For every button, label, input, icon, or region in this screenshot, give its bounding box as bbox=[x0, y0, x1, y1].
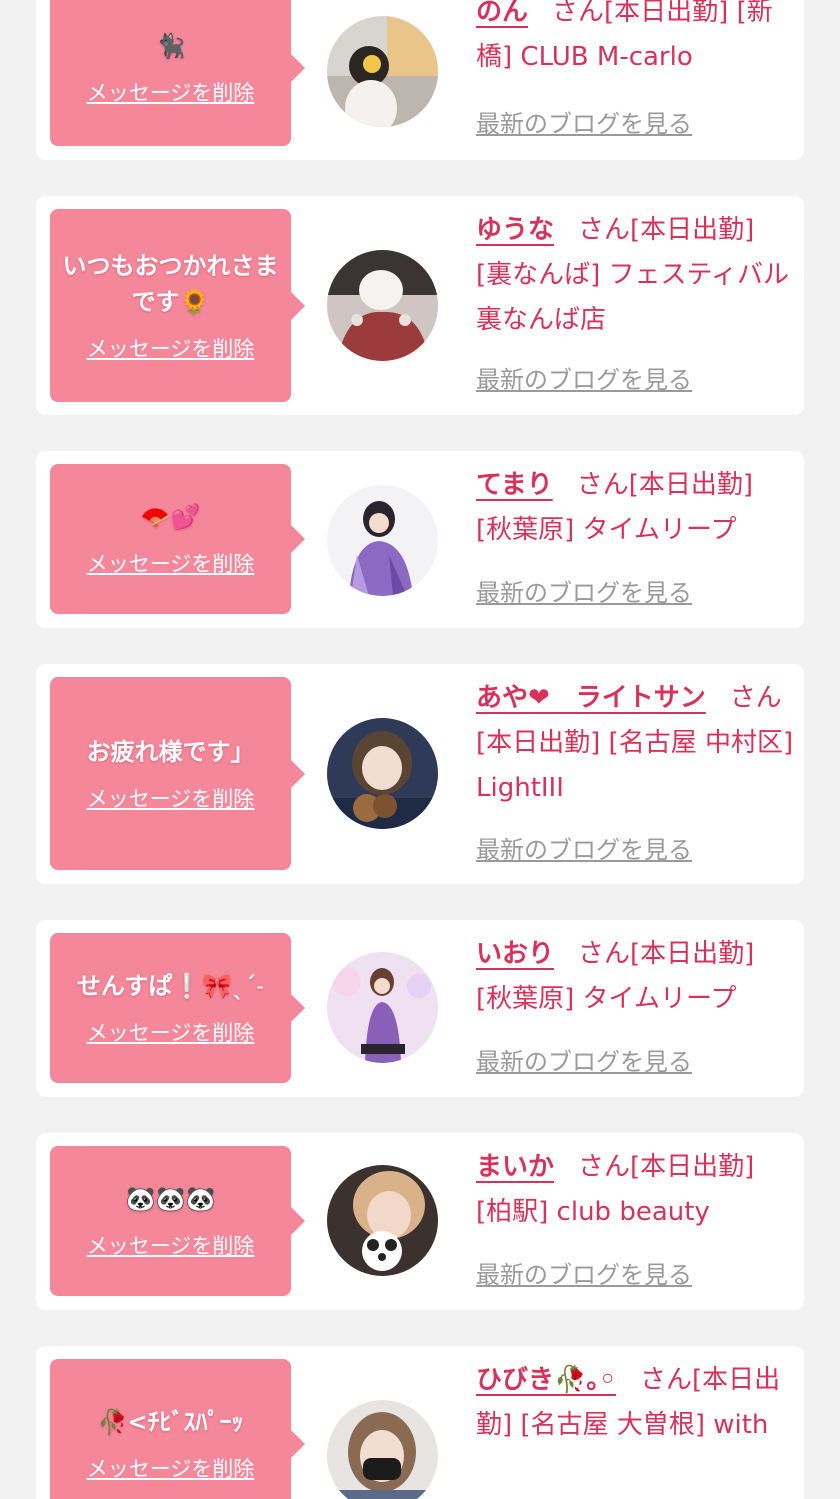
message-card: お疲れ様です」 メッセージを削除 あや❤︎ ライトサン さん[本日出勤] [名古屋… bbox=[36, 664, 804, 884]
user-info: あや❤︎ ライトサン さん[本日出勤] [名古屋 中村区] LightIII bbox=[476, 676, 794, 811]
message-bubble: せんすぱ❕🎀ˎˊ˗ メッセージを削除 bbox=[50, 933, 305, 1083]
user-name-link[interactable]: まいか bbox=[476, 1152, 554, 1182]
delete-message-link[interactable]: メッセージを削除 bbox=[87, 784, 255, 814]
message-text: 🥀<ﾁﾋﾞｽﾊﾟｰｯ bbox=[97, 1408, 244, 1436]
user-info: てまり さん[本日出勤] [秋葉原] タイムリープ bbox=[476, 463, 794, 553]
delete-message-link[interactable]: メッセージを削除 bbox=[87, 1454, 255, 1484]
message-card: 🐈‍⬛ メッセージを削除 のん さん[本日出勤] [新橋] CLUB M-carl… bbox=[36, 0, 804, 160]
message-card: 🪭💕 メッセージを削除 てまり さん[本日出勤] [秋葉原] タイムリープ 最新の… bbox=[36, 451, 804, 628]
user-info: いおり さん[本日出勤] [秋葉原] タイムリープ bbox=[476, 932, 794, 1022]
message-text: いつもおつかれさまです🌻 bbox=[62, 251, 279, 316]
message-bubble: いつもおつかれさまです🌻 メッセージを削除 bbox=[50, 209, 305, 402]
message-bubble: お疲れ様です」 メッセージを削除 bbox=[50, 677, 305, 870]
avatar[interactable] bbox=[327, 485, 438, 596]
user-name-link[interactable]: あや❤︎ ライトサン bbox=[476, 683, 706, 713]
message-bubble: 🐈‍⬛ メッセージを削除 bbox=[50, 0, 305, 146]
latest-blog-link[interactable]: 最新のブログを見る bbox=[476, 576, 692, 610]
delete-message-link[interactable]: メッセージを削除 bbox=[87, 334, 255, 364]
message-card: いつもおつかれさまです🌻 メッセージを削除 ゆうな さん[本日出勤] [裏なんば]… bbox=[36, 196, 804, 415]
avatar[interactable] bbox=[327, 952, 438, 1063]
user-info: ゆうな さん[本日出勤] [裏なんば] フェスティバル 裏なんば店 bbox=[476, 208, 794, 343]
user-name-link[interactable]: ゆうな bbox=[476, 215, 554, 245]
avatar[interactable] bbox=[327, 1165, 438, 1276]
latest-blog-link[interactable]: 最新のブログを見る bbox=[476, 1045, 692, 1079]
delete-message-link[interactable]: メッセージを削除 bbox=[87, 1018, 255, 1048]
latest-blog-link[interactable]: 最新のブログを見る bbox=[476, 1258, 692, 1292]
user-name-link[interactable]: いおり bbox=[476, 939, 554, 969]
message-card: 🐼🐼🐼 メッセージを削除 まいか さん[本日出勤] [柏駅] club beaut… bbox=[36, 1133, 804, 1310]
latest-blog-link[interactable]: 最新のブログを見る bbox=[476, 363, 692, 397]
user-name-link[interactable]: てまり bbox=[476, 470, 553, 500]
avatar[interactable] bbox=[327, 718, 438, 829]
user-info: まいか さん[本日出勤] [柏駅] club beauty bbox=[476, 1145, 794, 1235]
user-info: ひびき🥀｡◦ さん[本日出勤] [名古屋 大曽根] with bbox=[476, 1358, 794, 1448]
message-text: 🐼🐼🐼 bbox=[125, 1185, 216, 1213]
latest-blog-link[interactable]: 最新のブログを見る bbox=[476, 107, 692, 141]
message-bubble: 🥀<ﾁﾋﾞｽﾊﾟｰｯ メッセージを削除 bbox=[50, 1359, 305, 1499]
avatar[interactable] bbox=[327, 16, 438, 127]
message-card: 🥀<ﾁﾋﾞｽﾊﾟｰｯ メッセージを削除 ひびき🥀｡◦ さん[本日出勤] [名古屋 … bbox=[36, 1346, 804, 1499]
message-text: お疲れ様です」 bbox=[86, 737, 255, 766]
user-info: のん さん[本日出勤] [新橋] CLUB M-carlo bbox=[476, 0, 794, 80]
latest-blog-link[interactable]: 最新のブログを見る bbox=[476, 833, 692, 867]
message-bubble: 🪭💕 メッセージを削除 bbox=[50, 464, 305, 614]
message-bubble: 🐼🐼🐼 メッセージを削除 bbox=[50, 1146, 305, 1296]
message-card: せんすぱ❕🎀ˎˊ˗ メッセージを削除 いおり さん[本日出勤] [秋葉原] タイム… bbox=[36, 920, 804, 1097]
user-name-link[interactable]: ひびき🥀｡◦ bbox=[476, 1365, 616, 1395]
delete-message-link[interactable]: メッセージを削除 bbox=[87, 78, 255, 108]
message-text: せんすぱ❕🎀ˎˊ˗ bbox=[76, 972, 265, 1000]
message-text: 🐈‍⬛ bbox=[155, 32, 186, 60]
user-name-link[interactable]: のん bbox=[476, 0, 528, 27]
avatar[interactable] bbox=[327, 1400, 438, 1499]
message-text: 🪭💕 bbox=[140, 503, 201, 531]
delete-message-link[interactable]: メッセージを削除 bbox=[87, 1231, 255, 1261]
avatar[interactable] bbox=[327, 250, 438, 361]
delete-message-link[interactable]: メッセージを削除 bbox=[87, 549, 255, 579]
